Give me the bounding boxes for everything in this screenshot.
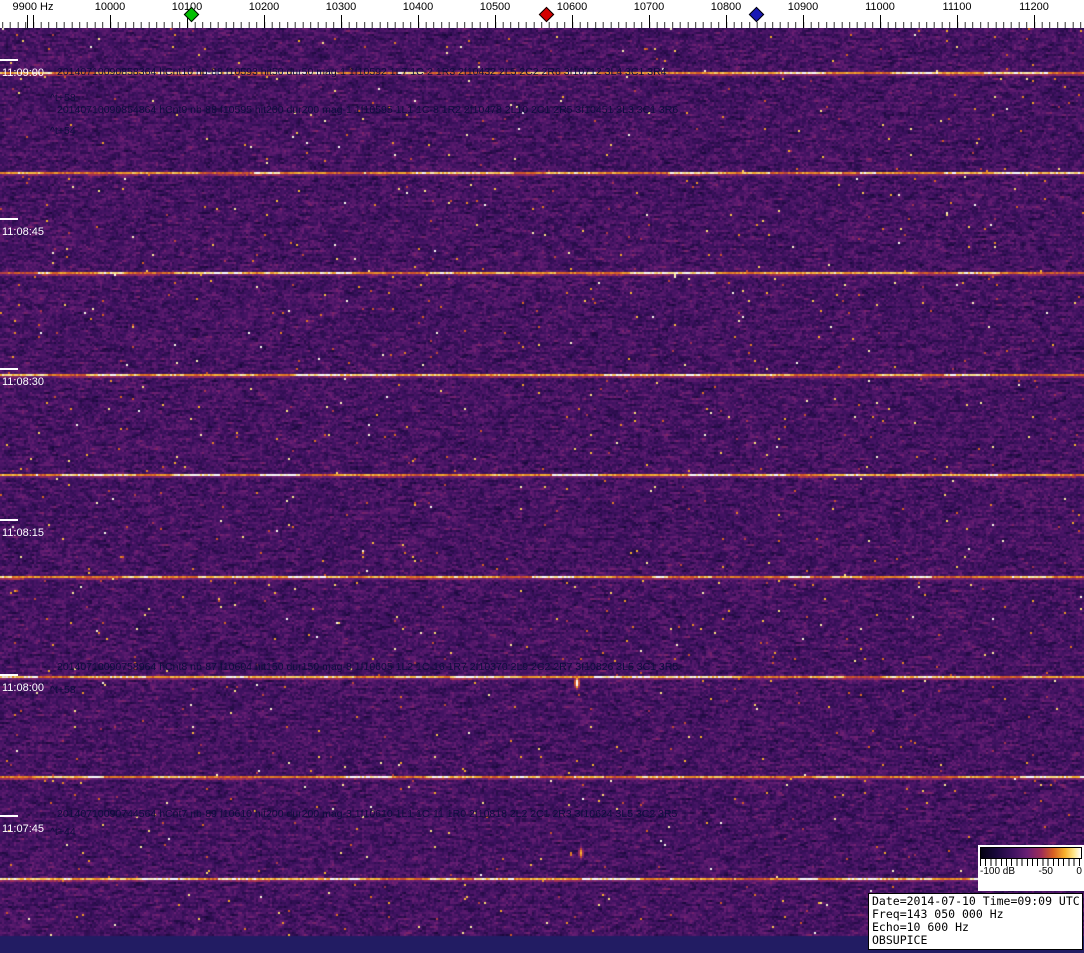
freq-tick-label: 10600 [556,1,588,13]
legend-tick-marks [980,859,1082,866]
freq-tick-label: 10500 [479,1,511,13]
freq-tick-label: 9900 Hz [12,1,54,13]
freq-tick-label: 11000 [865,1,895,13]
freq-tick-label: 10700 [633,1,665,13]
station-info-box: Date=2014-07-10 Time=09:09 UTC Freq=143 … [868,893,1083,950]
legend-max-label: 0 [1076,866,1082,877]
freq-tick-label: 10200 [248,1,280,13]
color-scale-legend: -100 dB -50 0 [978,845,1084,891]
legend-min-label: -100 dB [980,866,1016,877]
color-gradient-bar [980,847,1082,859]
freq-tick-label: 11100 [942,1,972,13]
frequency-ruler[interactable]: 9900 Hz 10000 10100 10200 10300 10400 10500 106… [0,0,1084,28]
info-station-name: OBSUPICE [872,933,928,947]
legend-mid-label: -50 [1038,866,1053,877]
freq-tick-label: 10900 [787,1,819,13]
legend-labels: -100 dB -50 0 [978,866,1084,877]
freq-tick-label: 10400 [402,1,434,13]
freq-tick-label: 10000 [94,1,126,13]
waterfall-spectrogram[interactable] [0,28,1084,953]
freq-tick-label: 11200 [1019,1,1049,13]
spectrum-waterfall-display: 9900 Hz 10000 10100 10200 10300 10400 10500 106… [0,0,1084,953]
freq-tick-label: 10800 [710,1,742,13]
freq-tick-label: 10300 [325,1,357,13]
